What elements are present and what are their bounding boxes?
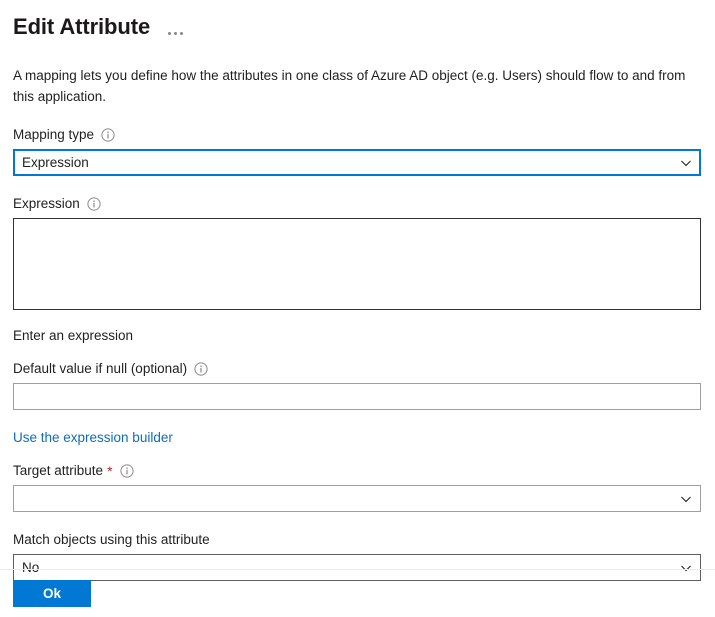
match-objects-label-row: Match objects using this attribute xyxy=(13,531,702,549)
target-attribute-label: Target attribute xyxy=(13,462,103,480)
expression-field: Expression Enter an expression xyxy=(13,195,702,345)
ellipsis-dot xyxy=(180,32,183,35)
page-title: Edit Attribute xyxy=(13,13,150,41)
expression-label: Expression xyxy=(13,195,80,213)
default-value-input-wrapper[interactable] xyxy=(13,383,701,410)
mapping-type-select[interactable]: Expression xyxy=(13,149,701,176)
chevron-down-icon xyxy=(680,157,692,169)
panel-header: Edit Attribute xyxy=(13,0,702,48)
panel-description: A mapping lets you define how the attrib… xyxy=(13,65,693,107)
target-attribute-field: Target attribute * xyxy=(13,462,702,512)
info-icon[interactable] xyxy=(120,464,134,478)
panel-footer: Ok xyxy=(0,569,715,617)
expression-builder-link[interactable]: Use the expression builder xyxy=(13,429,173,447)
default-value-field: Default value if null (optional) xyxy=(13,360,702,410)
info-icon[interactable] xyxy=(194,362,208,376)
info-icon[interactable] xyxy=(101,128,115,142)
expression-textarea[interactable] xyxy=(13,218,701,310)
ellipsis-dot xyxy=(168,32,171,35)
match-objects-label: Match objects using this attribute xyxy=(13,531,210,549)
target-attribute-label-row: Target attribute * xyxy=(13,462,702,480)
ellipsis-dot xyxy=(174,32,177,35)
chevron-down-icon xyxy=(680,493,692,505)
ok-button[interactable]: Ok xyxy=(13,580,91,607)
edit-attribute-panel: Edit Attribute A mapping lets you define… xyxy=(0,0,715,617)
mapping-type-field: Mapping type Expression xyxy=(13,126,702,176)
target-attribute-select[interactable] xyxy=(13,485,701,512)
info-icon[interactable] xyxy=(87,197,101,211)
default-value-label: Default value if null (optional) xyxy=(13,360,187,378)
mapping-type-label-row: Mapping type xyxy=(13,126,702,144)
required-asterisk: * xyxy=(107,464,112,478)
default-value-label-row: Default value if null (optional) xyxy=(13,360,702,378)
mapping-type-label: Mapping type xyxy=(13,126,94,144)
ellipsis-horizontal-icon[interactable] xyxy=(168,16,183,38)
mapping-type-value: Expression xyxy=(22,155,674,170)
expression-helper-text: Enter an expression xyxy=(13,327,702,345)
expression-label-row: Expression xyxy=(13,195,702,213)
